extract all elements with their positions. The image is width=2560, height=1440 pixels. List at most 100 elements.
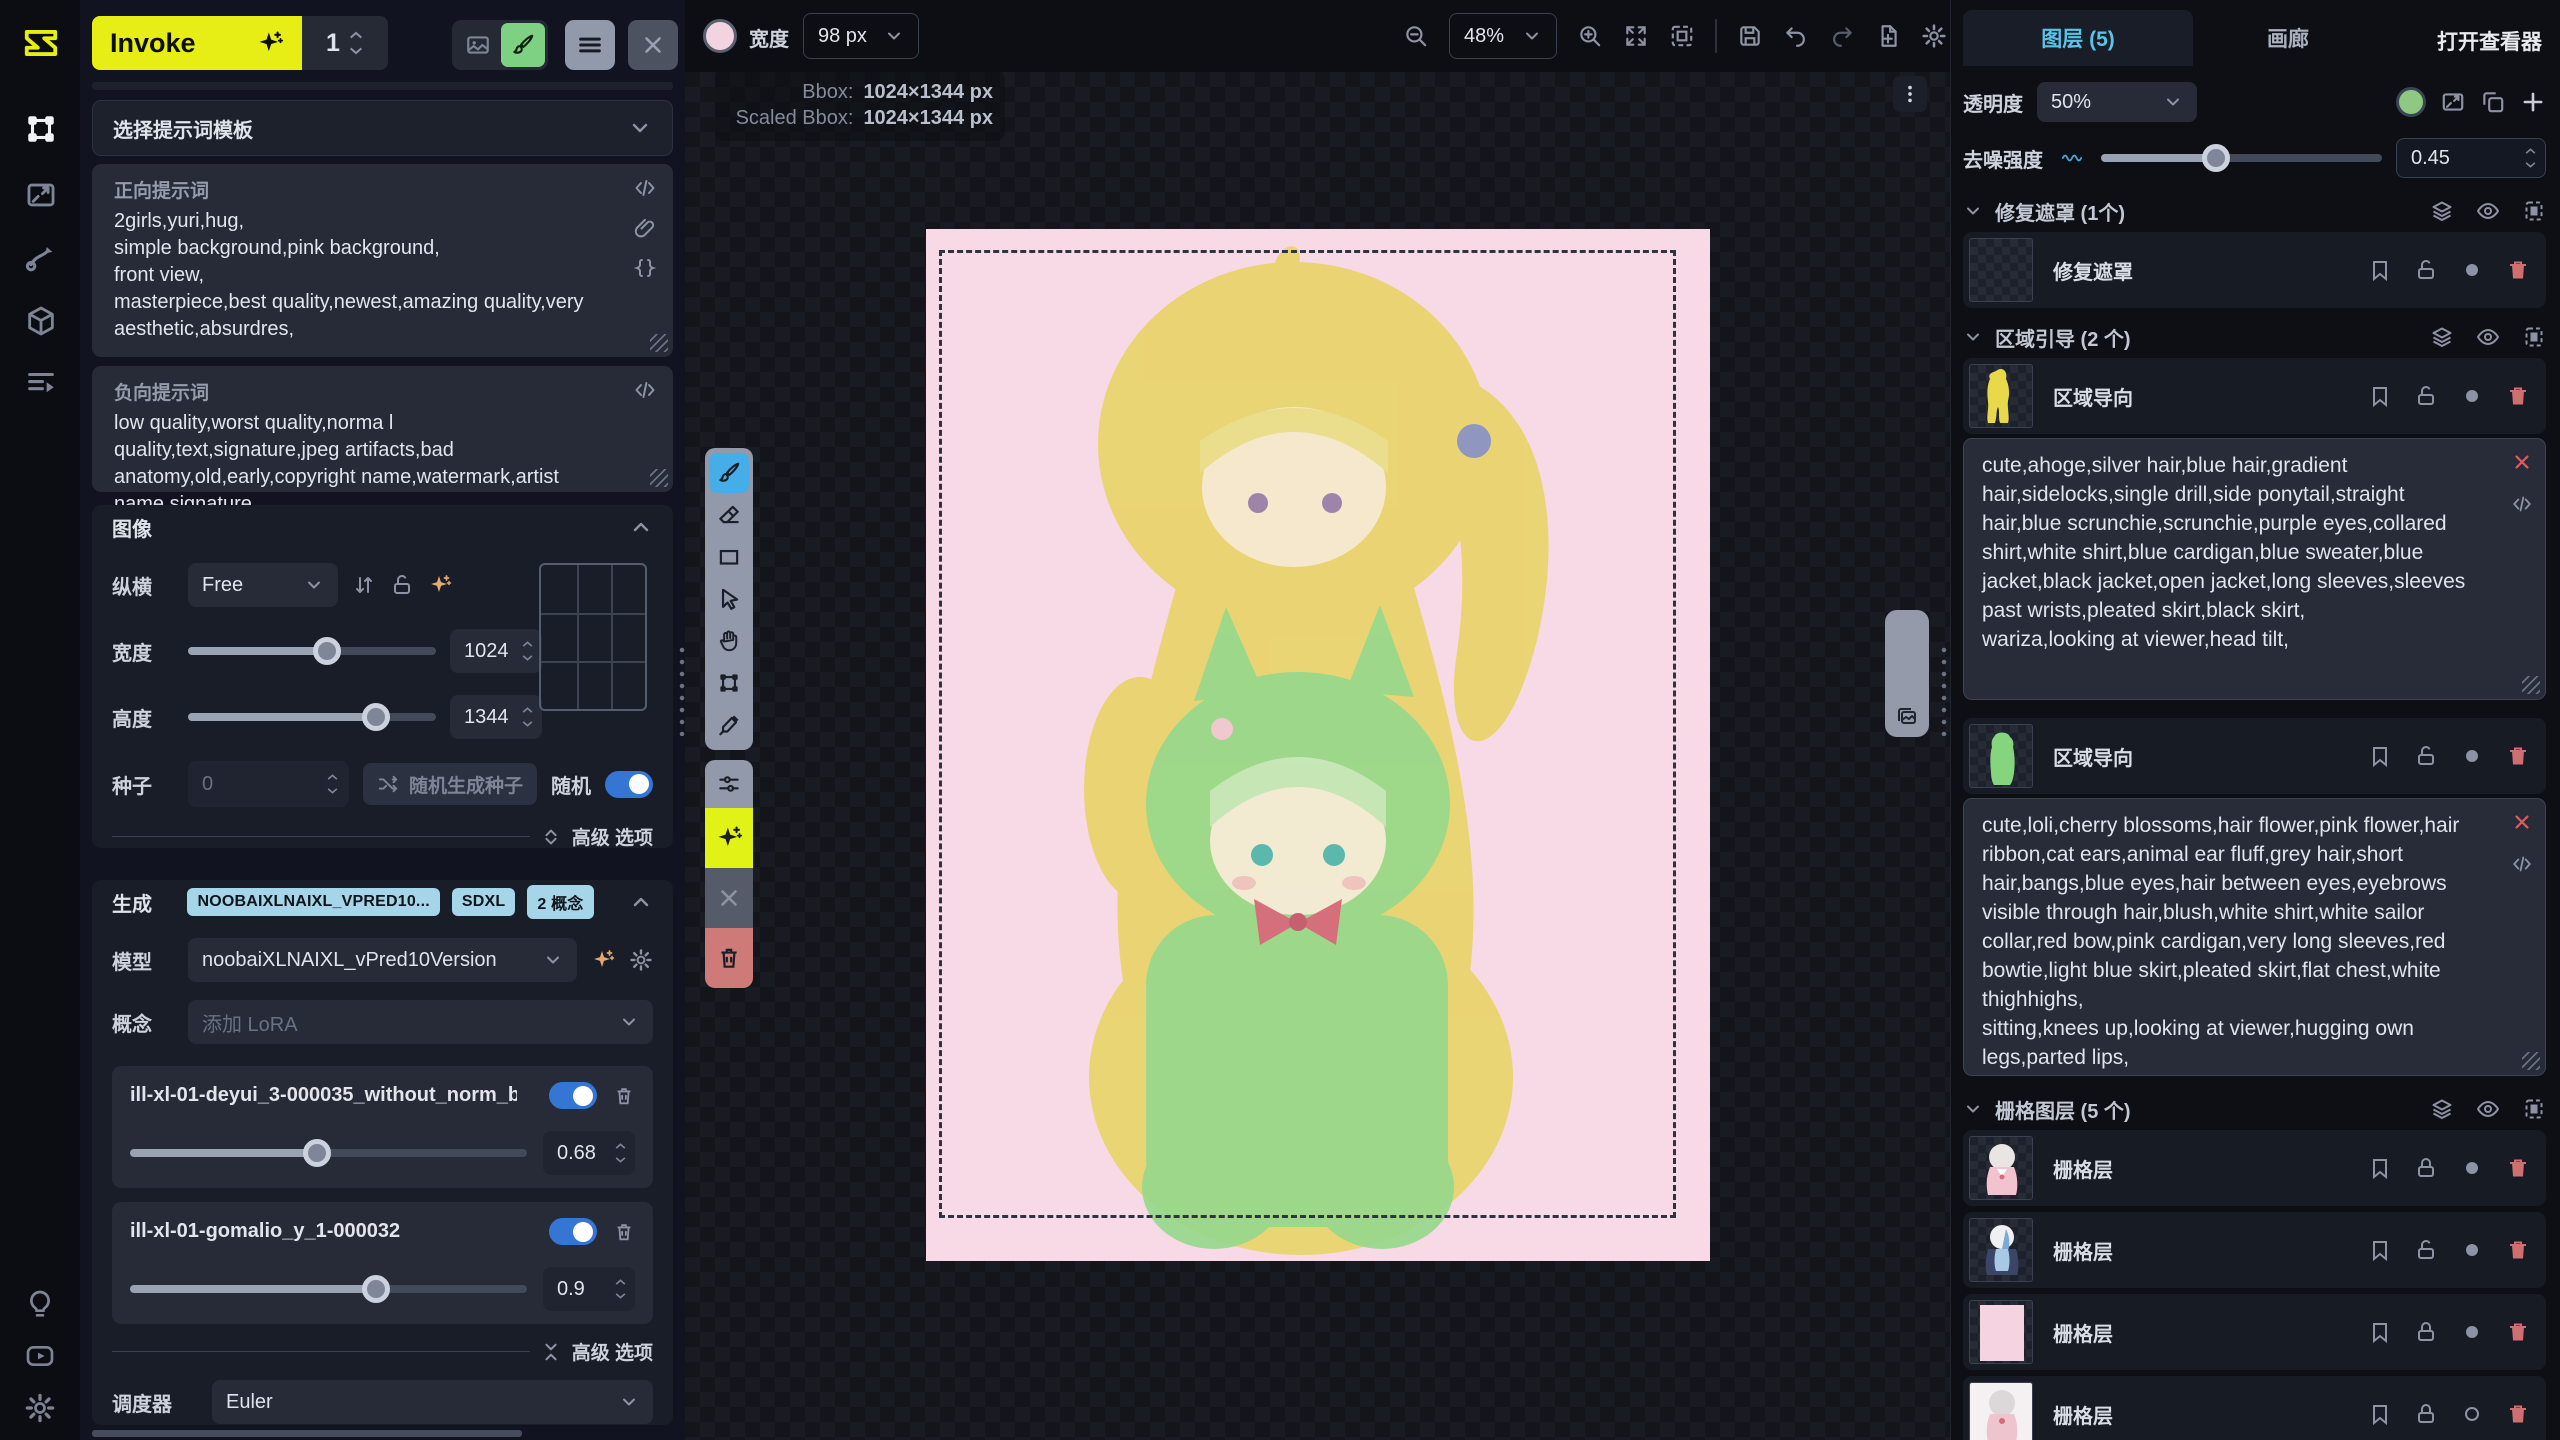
width-input[interactable]: 1024 [450,629,542,673]
transform-tool-icon[interactable] [709,663,749,703]
height-input[interactable]: 1344 [450,695,542,739]
video-tutorials-icon[interactable] [24,1340,58,1374]
randomize-seed-button[interactable]: 随机生成种子 [363,763,537,805]
aspect-ratio-select[interactable]: Free [188,563,338,607]
undo-icon[interactable] [1783,23,1809,49]
link-prompts-icon[interactable] [633,216,657,240]
panel-menu-button[interactable] [565,20,615,70]
zoom-level-select[interactable]: 48% [1449,13,1557,59]
delete-layer-icon[interactable] [2506,1320,2530,1344]
opacity-select[interactable]: 50% [2037,82,2197,122]
crop-to-bbox-icon[interactable] [2522,325,2546,349]
regional-prompt-textarea[interactable]: cute,ahoge,silver hair,blue hair,gradien… [1982,451,2479,654]
pin-bookmark-icon[interactable] [2368,1402,2392,1426]
lora-weight-input[interactable]: 0.68 [543,1131,635,1175]
layer-row[interactable]: 栅格层 [1963,1294,2546,1370]
fit-layer-icon[interactable] [2440,89,2466,115]
lora-weight-knob[interactable] [362,1275,390,1303]
nav-models-icon[interactable] [24,304,58,338]
enabled-dot-icon[interactable] [2460,1402,2484,1426]
height-stepper-icons[interactable] [521,706,534,728]
delete-layer-icon[interactable] [2506,258,2530,282]
lora-enabled-toggle[interactable] [549,1218,597,1245]
swap-dimensions-icon[interactable] [352,573,376,597]
add-lora-select[interactable]: 添加 LoRA [188,1000,653,1044]
pin-bookmark-icon[interactable] [2368,384,2392,408]
brush-color-swatch[interactable] [703,19,737,53]
lock-icon[interactable] [2414,1320,2438,1344]
lora-weight-stepper-icons[interactable] [614,1278,627,1300]
layer-row[interactable]: 栅格层 [1963,1212,2546,1288]
canvas-settings-gear-icon[interactable] [1921,23,1947,49]
crop-to-bbox-icon[interactable] [2522,199,2546,223]
panel-close-button[interactable] [628,20,678,70]
height-slider-knob[interactable] [362,703,390,731]
seed-input[interactable]: 0 [188,761,349,807]
collapse-section-icon[interactable] [629,515,653,539]
negative-prompt-textarea[interactable]: low quality,worst quality,norma l qualit… [114,410,597,518]
model-sparkle-icon[interactable] [591,948,615,972]
pan-hand-tool-icon[interactable] [709,621,749,661]
lock-icon[interactable] [2414,1402,2438,1426]
layer-row[interactable]: 区域导向 [1963,718,2546,794]
invoke-button[interactable]: Invoke [92,16,302,70]
resize-grip[interactable] [2522,1052,2540,1070]
denoise-stepper-icons[interactable] [2524,147,2537,169]
pin-bookmark-icon[interactable] [2368,258,2392,282]
regional-group-header[interactable]: 区域引导 (2 个) [1963,322,2546,352]
lock-icon[interactable] [2414,258,2438,282]
layer-row[interactable]: 修复遮罩 [1963,232,2546,308]
regional-prompt-textarea[interactable]: cute,loli,cherry blossoms,hair flower,pi… [1982,811,2479,1072]
duplicate-layer-icon[interactable] [2480,89,2506,115]
nav-queue-icon[interactable] [24,366,58,400]
height-slider[interactable] [188,713,436,721]
pin-bookmark-icon[interactable] [2368,1320,2392,1344]
redo-icon[interactable] [1829,23,1855,49]
lock-icon[interactable] [2414,384,2438,408]
advanced-options-label[interactable]: 高级 选项 [572,1338,653,1365]
collapse-advanced-icon[interactable] [540,1341,562,1363]
visibility-eye-icon[interactable] [2476,1097,2500,1121]
enabled-dot-icon[interactable] [2460,744,2484,768]
generation-bbox[interactable] [939,250,1676,1218]
lora-weight-slider[interactable] [130,1149,527,1157]
canvas-kebab-menu[interactable] [1893,76,1927,112]
code-view-icon[interactable] [2511,853,2533,875]
lock-icon[interactable] [2414,1238,2438,1262]
delete-layer-icon[interactable] [2506,384,2530,408]
delete-layer-icon[interactable] [2506,1156,2530,1180]
tab-gallery[interactable]: 画廊 [2213,10,2363,66]
rect-tool-icon[interactable] [709,537,749,577]
fit-bbox-icon[interactable] [1669,23,1695,49]
raster-group-header[interactable]: 栅格图层 (5 个) [1963,1094,2546,1124]
nav-workflows-icon[interactable] [24,242,58,276]
resize-grip[interactable] [650,334,668,352]
model-settings-gear-icon[interactable] [629,948,653,972]
nav-canvas-icon[interactable] [24,112,58,146]
help-bulb-icon[interactable] [24,1288,58,1322]
denoise-input[interactable]: 0.45 [2396,138,2546,178]
model-select[interactable]: noobaiXLNAIXL_vPred10Version [188,938,577,982]
horizontal-scrollbar[interactable] [92,1430,522,1437]
merge-layers-icon[interactable] [2430,1097,2454,1121]
pin-bookmark-icon[interactable] [2368,744,2392,768]
positive-prompt-textarea[interactable]: 2girls,yuri,hug, simple background,pink … [114,208,597,343]
optimize-size-sparkle-icon[interactable] [428,573,452,597]
lora-weight-knob[interactable] [303,1139,331,1167]
prompt-template-selector[interactable]: 选择提示词模板 [92,100,673,156]
pin-bookmark-icon[interactable] [2368,1238,2392,1262]
canvas-area[interactable]: 宽度 98 px 48% [685,0,1950,1440]
expand-advanced-icon[interactable] [540,826,562,848]
lock-aspect-icon[interactable] [390,573,414,597]
lora-weight-stepper-icons[interactable] [614,1142,627,1164]
resize-grip[interactable] [650,469,668,487]
eraser-tool-icon[interactable] [709,495,749,535]
inpaint-group-header[interactable]: 修复遮罩 (1个) [1963,196,2546,226]
save-canvas-icon[interactable] [1737,23,1763,49]
collapse-section-icon[interactable] [629,890,653,914]
width-slider-knob[interactable] [313,637,341,665]
panel-resize-handle[interactable] [678,644,686,736]
denoise-slider[interactable] [2101,154,2382,162]
pin-bookmark-icon[interactable] [2368,1156,2392,1180]
enabled-dot-icon[interactable] [2460,1156,2484,1180]
